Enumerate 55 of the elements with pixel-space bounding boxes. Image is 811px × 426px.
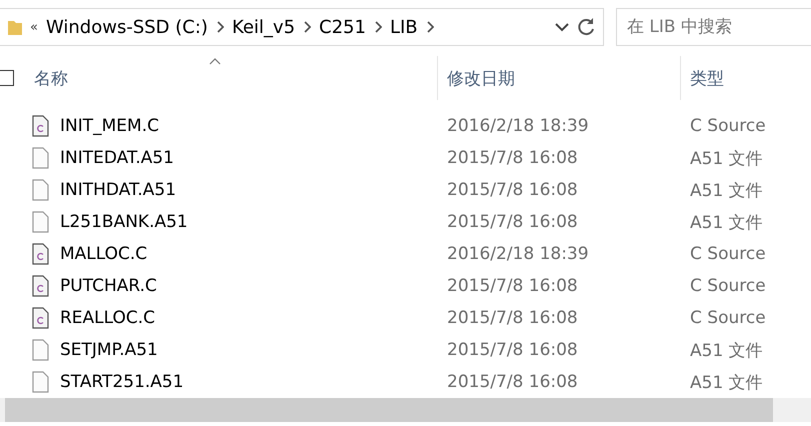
search-field[interactable]: 在 LIB 中搜索 [616, 8, 811, 46]
overflow-chevron[interactable]: « [30, 20, 38, 34]
modified-date: 2015/7/8 16:08 [446, 180, 579, 200]
modified-date: 2015/7/8 16:08 [446, 308, 579, 328]
chevron-icon [374, 21, 382, 33]
modified-date: 2015/7/8 16:08 [446, 372, 579, 392]
file-type: A51 文件 [689, 372, 764, 394]
file-name[interactable]: PUTCHAR.C [60, 276, 157, 296]
file-name[interactable]: SETJMP.A51 [60, 340, 158, 360]
select-all-checkbox[interactable] [0, 70, 14, 86]
file-name[interactable]: MALLOC.C [60, 244, 148, 264]
file-type: A51 文件 [689, 148, 764, 170]
c-file-icon [32, 115, 49, 137]
file-type: C Source [689, 308, 767, 328]
file-icon [32, 371, 49, 393]
modified-date: 2015/7/8 16:08 [446, 212, 579, 232]
file-name[interactable]: L251BANK.A51 [60, 212, 188, 232]
column-header[interactable]: 名称 [34, 66, 68, 90]
modified-date: 2015/7/8 16:08 [446, 340, 579, 360]
file-type: A51 文件 [689, 212, 764, 234]
folder-icon [8, 18, 22, 36]
chevron-icon [216, 21, 224, 33]
file-icon [32, 147, 49, 169]
file-name[interactable]: REALLOC.C [60, 308, 156, 328]
breadcrumb[interactable]: Windows-SSD (C:) [46, 16, 208, 38]
file-type: C Source [689, 244, 767, 264]
sort-caret-icon [209, 58, 221, 65]
file-type: A51 文件 [689, 180, 764, 202]
chevron-icon [303, 21, 312, 33]
modified-date: 2015/7/8 16:08 [446, 148, 579, 168]
file-name[interactable]: INIT_MEM.C [60, 116, 159, 136]
column-header[interactable]: 类型 [690, 66, 724, 90]
column-header[interactable]: 修改日期 [447, 66, 515, 90]
file-icon [32, 339, 49, 361]
file-type: A51 文件 [689, 340, 764, 362]
file-name[interactable]: INITEDAT.A51 [60, 148, 174, 168]
file-type: C Source [689, 116, 767, 136]
breadcrumb[interactable]: LIB [390, 16, 418, 38]
file-icon [32, 211, 49, 233]
modified-date: 2015/7/8 16:08 [446, 276, 579, 296]
chevron-icon [426, 21, 434, 33]
modified-date: 2016/2/18 18:39 [446, 116, 590, 136]
file-name[interactable]: START251.A51 [60, 372, 184, 392]
c-file-icon [32, 243, 49, 265]
modified-date: 2016/2/18 18:39 [446, 244, 590, 264]
file-name[interactable]: INITHDAT.A51 [60, 180, 176, 200]
dropdown-caret-icon[interactable] [555, 22, 569, 32]
address-bar[interactable]: « Windows-SSD (C:) Keil_v5 C251 LIB [0, 8, 604, 46]
breadcrumb[interactable]: Keil_v5 [232, 16, 296, 38]
breadcrumb[interactable]: C251 [319, 16, 366, 38]
refresh-icon[interactable] [577, 17, 597, 37]
file-icon [32, 179, 49, 201]
file-type: C Source [689, 276, 767, 296]
c-file-icon [32, 275, 49, 297]
c-file-icon [32, 307, 49, 329]
